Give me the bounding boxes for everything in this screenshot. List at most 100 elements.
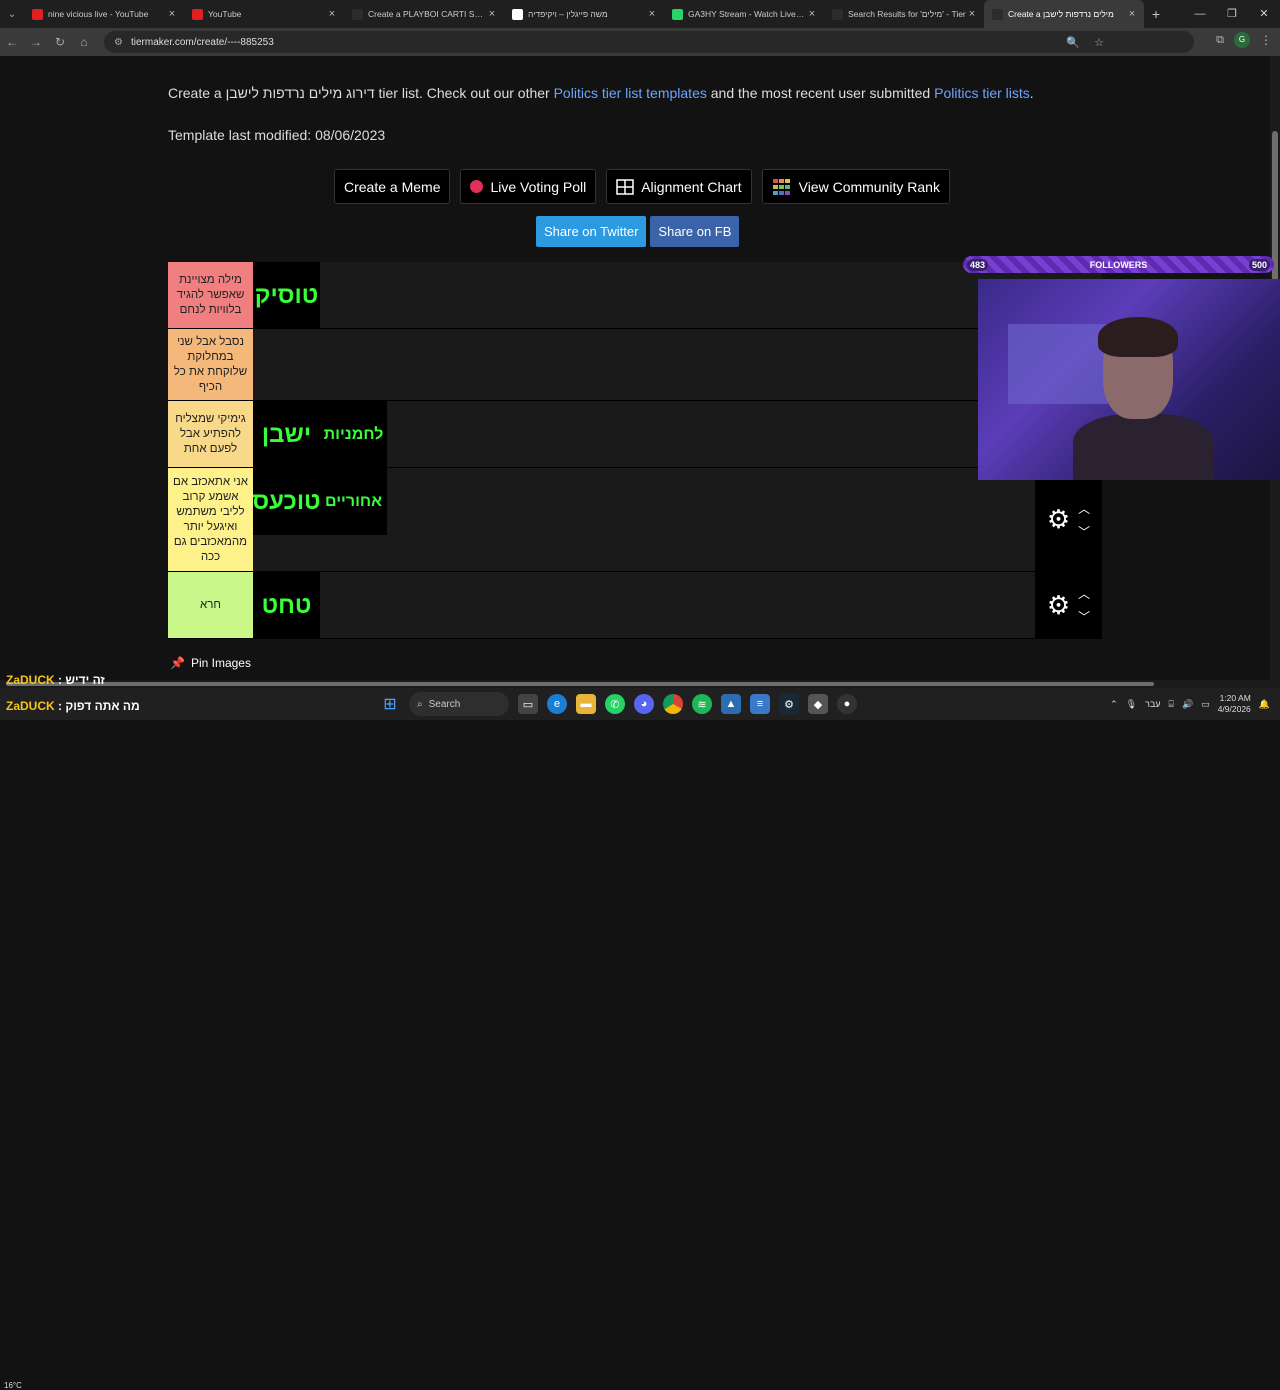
browser-tab[interactable]: YouTube × — [184, 0, 344, 28]
horizontal-scrollbar[interactable] — [0, 680, 1280, 688]
browser-tab[interactable]: Create a PLAYBOI CARTI SONG × — [344, 0, 504, 28]
gear-icon[interactable]: ⚙ — [1047, 504, 1070, 535]
tab-close-icon[interactable]: × — [1126, 8, 1138, 20]
mic-icon[interactable]: 🎙 — [1126, 699, 1137, 710]
network-icon[interactable]: ⌸ — [1169, 699, 1174, 710]
tier-items[interactable]: ישבן לחמניות — [253, 401, 1102, 468]
battery-icon[interactable]: ▭ — [1201, 699, 1210, 710]
tab-close-icon[interactable]: × — [486, 8, 498, 20]
whatsapp-icon[interactable]: ✆ — [605, 694, 625, 714]
tier-label[interactable]: חרא — [168, 572, 253, 638]
tab-close-icon[interactable]: × — [806, 8, 818, 20]
site-info-icon[interactable]: ⚙ — [114, 37, 123, 48]
browser-menu-icon[interactable]: ⋮ — [1260, 33, 1272, 47]
chat-username: ZaDUCK — [6, 673, 55, 687]
bookmark-star-icon[interactable]: ☆ — [1094, 36, 1104, 49]
move-down-icon[interactable]: ﹀ — [1078, 608, 1090, 625]
tier-item[interactable]: טוכעס — [253, 468, 320, 535]
politics-templates-link[interactable]: Politics tier list templates — [554, 85, 707, 101]
browser-tab[interactable]: Create a מילים נרדפות לישבן × — [984, 0, 1144, 28]
tier-item[interactable]: טחט — [253, 572, 320, 639]
minimize-icon[interactable]: — — [1184, 0, 1216, 28]
url-text: tiermaker.com/create/----885253 — [130, 36, 274, 48]
followers-goal: 500 — [1248, 258, 1270, 271]
windows-start-icon[interactable]: ⊞ — [380, 694, 400, 714]
taskbar-search-label: Search — [428, 698, 461, 710]
share-twitter-button[interactable]: Share on Twitter — [536, 216, 647, 247]
home-icon[interactable]: ⌂ — [72, 35, 96, 49]
url-field[interactable]: ⚙ tiermaker.com/create/----885253 🔍 ☆ — [104, 31, 1194, 53]
tab-favicon-icon — [832, 8, 843, 20]
tray-chevron-icon[interactable]: ⌃ — [1110, 699, 1118, 710]
system-tray: ⌃ 🎙 עבר ⌸ 🔊 ▭ 1:20 AM 4/9/2026 🔔 — [1110, 688, 1270, 720]
task-view-icon[interactable]: ▭ — [518, 694, 538, 714]
move-up-icon[interactable]: ︿ — [1078, 585, 1090, 602]
discord-icon[interactable]: ◕ — [634, 694, 654, 714]
extensions-icon[interactable]: ⧉ — [1216, 34, 1224, 47]
tier-items[interactable]: טוכעס אחוריים ⚙ ︿ ﹀ — [253, 468, 1102, 571]
weather-widget[interactable]: 16°C — [4, 1381, 22, 1390]
move-down-icon[interactable]: ﹀ — [1078, 523, 1090, 540]
pin-images-toggle[interactable]: 📌 Pin Images — [170, 656, 251, 670]
photos-icon[interactable]: ▲ — [721, 694, 741, 714]
live-voting-poll-button[interactable]: Live Voting Poll — [460, 169, 597, 204]
app-icon[interactable]: ◆ — [808, 694, 828, 714]
file-explorer-icon[interactable]: ▬ — [576, 694, 596, 714]
tier-label[interactable]: גימיקי שמצליח להפתיע אבל לפעם אחת — [168, 401, 253, 467]
alignment-chart-button[interactable]: Alignment Chart — [606, 169, 752, 204]
tier-item[interactable]: טוסיק — [253, 262, 320, 329]
tier-label[interactable]: מילה מצויינת שאפשר להגיד בלוויות לנחם — [168, 262, 253, 328]
description-text-middle: and the most recent user submitted — [706, 85, 935, 101]
tab-close-icon[interactable]: × — [326, 8, 338, 20]
tier-items[interactable] — [253, 329, 1102, 400]
taskbar-search[interactable]: ⌕ Search — [409, 692, 509, 716]
hscroll-thumb[interactable] — [6, 682, 1154, 686]
tier-items[interactable]: טחט ⚙ ︿ ﹀ — [253, 572, 1102, 639]
reload-icon[interactable]: ↻ — [48, 35, 72, 49]
move-up-icon[interactable]: ︿ — [1078, 500, 1090, 517]
share-fb-button[interactable]: Share on FB — [650, 216, 740, 247]
browser-tab[interactable]: GA3HY Stream - Watch Live on × — [664, 0, 824, 28]
tab-close-icon[interactable]: × — [966, 8, 978, 20]
create-meme-button[interactable]: Create a Meme — [334, 169, 451, 204]
edge-icon[interactable]: e — [547, 694, 567, 714]
grid-icon — [616, 178, 634, 195]
gear-icon[interactable]: ⚙ — [1047, 590, 1070, 621]
tier-row: גימיקי שמצליח להפתיע אבל לפעם אחת ישבן לחמ… — [168, 401, 1102, 468]
back-icon[interactable]: ← — [0, 35, 24, 49]
template-description: Create a דירוג מילים נרדפות לישבן tier l… — [168, 85, 1034, 101]
tier-item[interactable]: ישבן — [253, 401, 320, 468]
tier-label[interactable]: נסבל אבל שני במחלוקת שלוקחת את כל הכיף — [168, 329, 253, 400]
notifications-icon[interactable]: 🔔 — [1259, 699, 1270, 710]
live-voting-poll-label: Live Voting Poll — [490, 178, 587, 195]
forward-icon[interactable]: → — [24, 35, 48, 49]
tier-item[interactable]: אחוריים — [320, 468, 387, 535]
profile-avatar[interactable]: G — [1234, 32, 1250, 48]
browser-tab[interactable]: משה פייגלין – ויקיפדיה × — [504, 0, 664, 28]
maximize-icon[interactable]: ❐ — [1216, 0, 1248, 28]
tab-close-icon[interactable]: × — [646, 8, 658, 20]
tier-label[interactable]: אני אתאכזב אם אשמע קרוב לליבי משתמש ואיג… — [168, 468, 253, 571]
zoom-icon[interactable]: 🔍 — [1066, 36, 1080, 49]
tab-close-icon[interactable]: × — [166, 8, 178, 20]
clock[interactable]: 1:20 AM 4/9/2026 — [1218, 693, 1251, 715]
spotify-icon[interactable]: ≋ — [692, 694, 712, 714]
browser-tab[interactable]: Search Results for 'מילים' - Tier × — [824, 0, 984, 28]
new-tab-button[interactable]: + — [1144, 6, 1168, 22]
browser-tab-bar: ⌄ nine vicious live - YouTube × YouTube × Cr… — [0, 0, 1280, 28]
browser-tab[interactable]: nine vicious live - YouTube × — [24, 0, 184, 28]
notepad-icon[interactable]: ≡ — [750, 694, 770, 714]
language-indicator[interactable]: עבר — [1145, 699, 1160, 709]
chrome-icon[interactable] — [663, 694, 683, 714]
volume-icon[interactable]: 🔊 — [1182, 699, 1193, 710]
steam-icon[interactable]: ⚙ — [779, 694, 799, 714]
tab-search-icon[interactable]: ⌄ — [0, 0, 24, 28]
view-community-rank-button[interactable]: View Community Rank — [761, 169, 950, 204]
obs-icon[interactable]: ● — [837, 694, 857, 714]
tier-item[interactable]: לחמניות — [320, 401, 387, 468]
close-window-icon[interactable]: ✕ — [1248, 0, 1280, 28]
tab-title: Search Results for 'מילים' - Tier — [848, 9, 966, 19]
politics-tier-lists-link[interactable]: Politics tier lists — [934, 85, 1030, 101]
rank-grid-icon — [772, 178, 790, 195]
followers-label: FOLLOWERS — [1089, 259, 1148, 270]
